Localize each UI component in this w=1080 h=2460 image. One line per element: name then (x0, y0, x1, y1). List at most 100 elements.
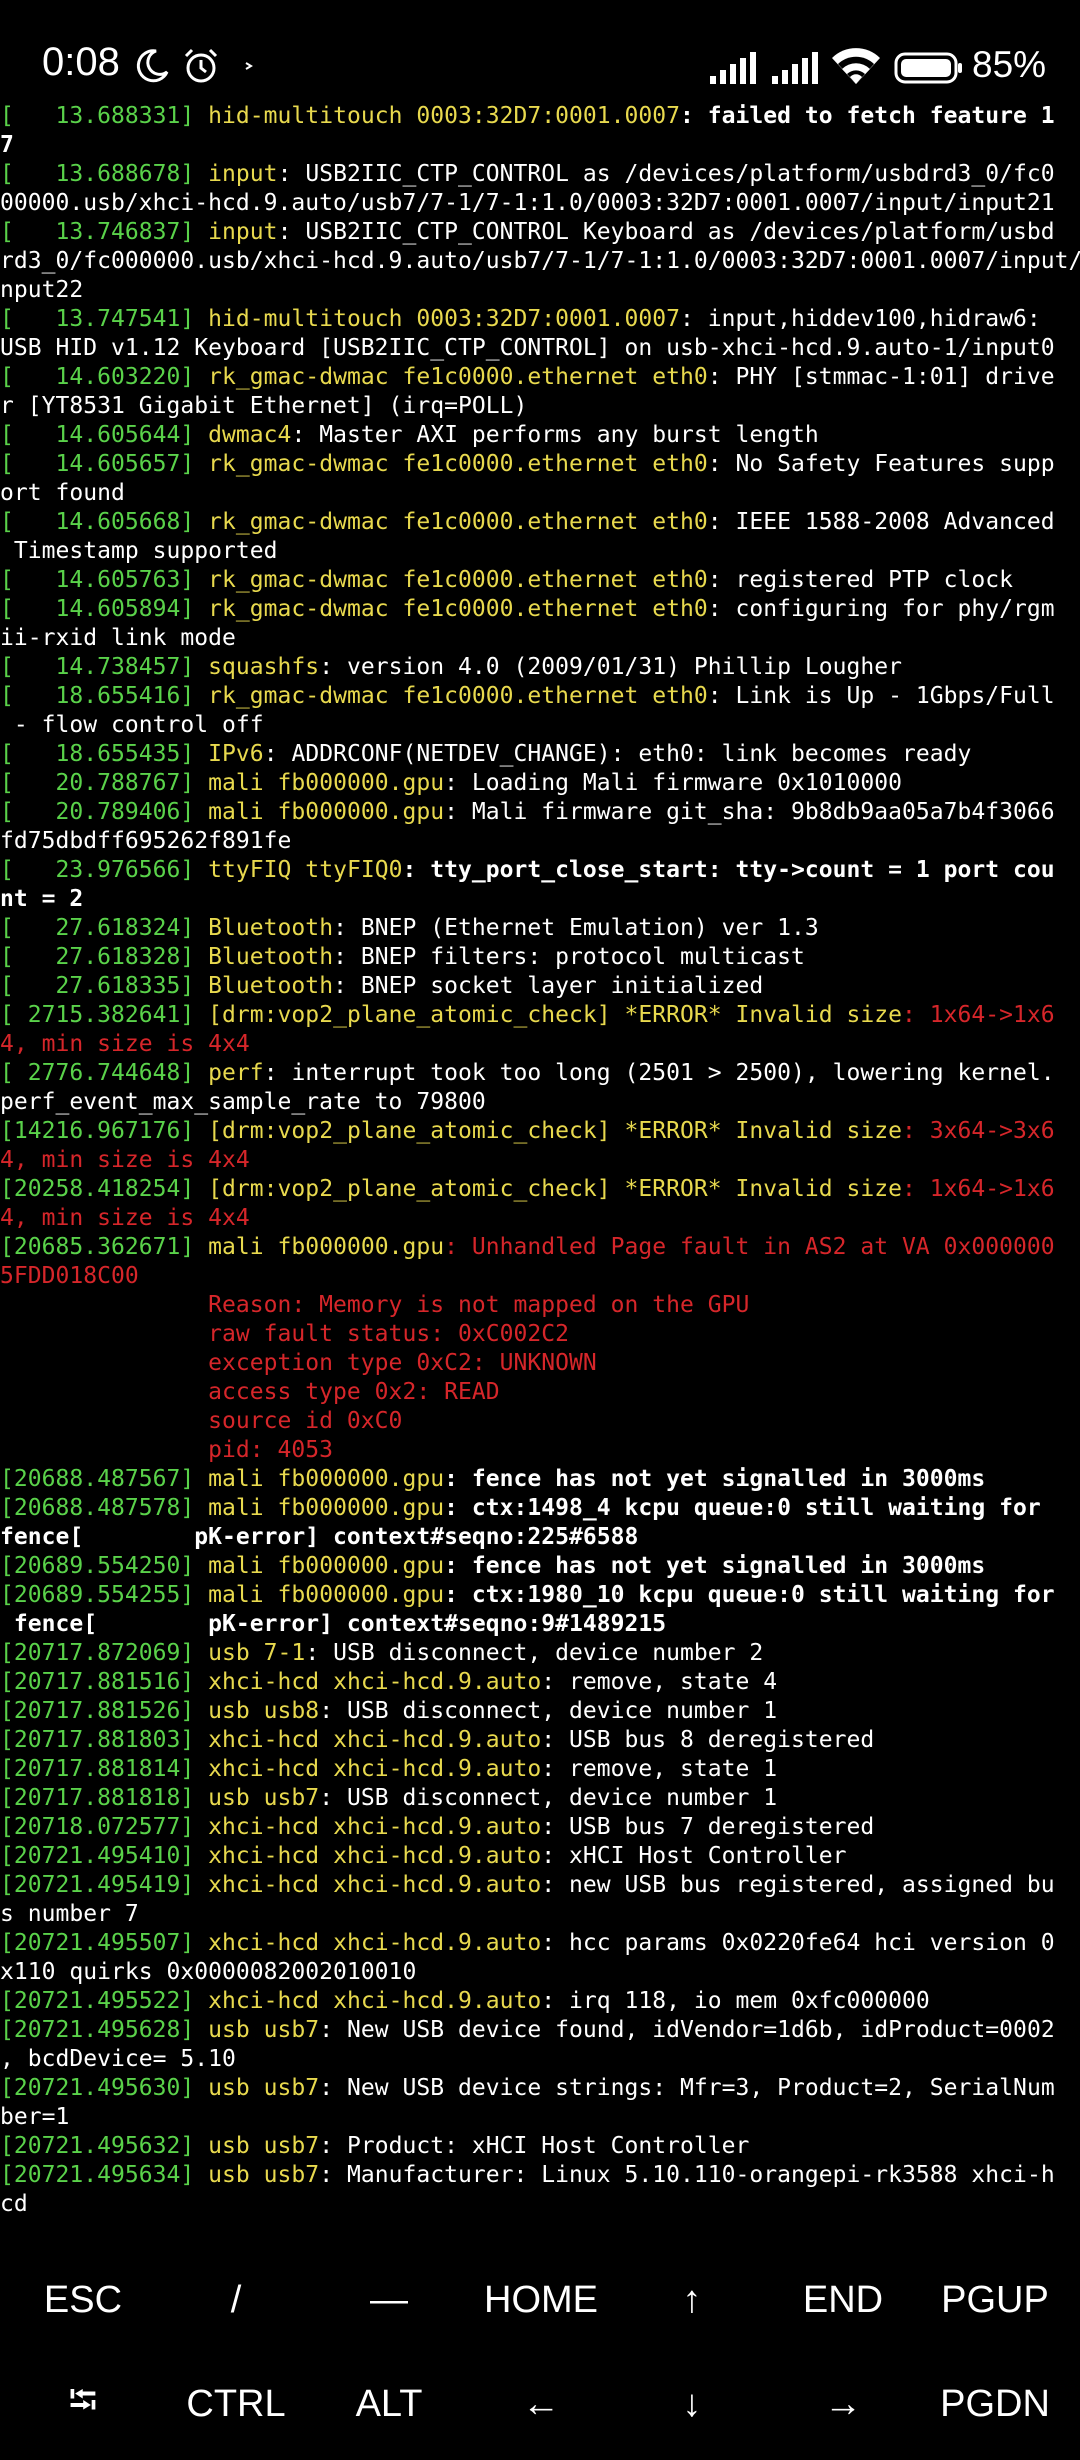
terminal-text-segment: usb usb7 (208, 2133, 320, 2159)
terminal-line: ber=1 (0, 2103, 1080, 2132)
terminal-text-segment: raw fault status: 0xC002C2 (0, 1321, 569, 1347)
terminal-text-segment: [20721.495507] (0, 1930, 209, 1956)
dash-key[interactable]: — (314, 2252, 464, 2348)
terminal-text-segment: [20718.072577] (0, 1814, 209, 1840)
terminal-text-segment: : remove, state 1 (541, 1756, 778, 1782)
terminal-text-segment: [20685.362671] (0, 1234, 209, 1260)
ctrl-key[interactable]: CTRL (161, 2356, 311, 2452)
terminal-line: [20721.495632] usb usb7: Product: xHCI H… (0, 2132, 1080, 2161)
down-arrow-key[interactable]: ↓ (617, 2356, 767, 2452)
terminal-text-segment: rk_gmac-dwmac fe1c0000.ethernet eth0 (208, 364, 708, 390)
end-key[interactable]: END (768, 2252, 918, 2348)
home-key[interactable]: HOME (466, 2252, 616, 2348)
terminal-text-segment: 7 (0, 132, 14, 158)
terminal-text-segment: : registered PTP clock (707, 567, 1014, 593)
terminal-text-segment: hid-multitouch 0003:32D7:0001.0007 (208, 306, 680, 332)
terminal-line: [20689.554255] mali fb000000.gpu: ctx:19… (0, 1581, 1080, 1610)
extra-keys-bar: ESC / — HOME ↑ END PGUP ⭾ CTRL ALT ← ↓ →… (0, 2252, 1080, 2460)
pgdn-key[interactable]: PGDN (920, 2356, 1070, 2452)
terminal-line: x110 quirks 0x0000082002010010 (0, 1958, 1080, 1987)
terminal-text-segment: - flow control off (0, 712, 264, 738)
terminal-text-segment: : No Safety Features supp (707, 451, 1055, 477)
terminal-line: [ 18.655435] IPv6: ADDRCONF(NETDEV_CHANG… (0, 740, 1080, 769)
terminal-text-segment: [ 20.788767] (0, 770, 209, 796)
slash-key[interactable]: / (161, 2252, 311, 2348)
terminal-text-segment: xhci-hcd xhci-hcd.9.auto (208, 1988, 542, 2014)
right-arrow-key[interactable]: → (768, 2356, 918, 2452)
terminal-line: [ 20.788767] mali fb000000.gpu: Loading … (0, 769, 1080, 798)
terminal-text-segment: 5FDD018C00 (0, 1263, 139, 1289)
battery-icon (894, 52, 964, 89)
signal-2-icon (772, 52, 824, 89)
terminal-text-segment: 4, min size is 4x4 (0, 1205, 250, 1231)
left-arrow-key[interactable]: ← (466, 2356, 616, 2452)
terminal-text-segment: [20717.881516] (0, 1669, 209, 1695)
terminal-line: [20721.495634] usb usb7: Manufacturer: L… (0, 2161, 1080, 2190)
terminal-line: [20688.487578] mali fb000000.gpu: ctx:14… (0, 1494, 1080, 1523)
terminal-text-segment: input (208, 219, 278, 245)
terminal-text-segment: [20721.495522] (0, 1988, 209, 2014)
terminal-text-segment: : New USB device found, idVendor=1d6b, i… (319, 2017, 1055, 2043)
terminal-line: exception type 0xC2: UNKNOWN (0, 1349, 1080, 1378)
terminal-text-segment: [20721.495630] (0, 2075, 209, 2101)
terminal-text-segment: [20689.554250] (0, 1553, 209, 1579)
terminal-text-segment: : PHY [stmmac-1:01] drive (707, 364, 1055, 390)
terminal-text-segment: mali fb000000.gpu (208, 1582, 445, 1608)
terminal-text-segment: [ 27.618335] (0, 973, 209, 999)
terminal-line: [ 13.747541] hid-multitouch 0003:32D7:00… (0, 305, 1080, 334)
terminal-text-segment: [ 18.655416] (0, 683, 209, 709)
terminal-text-segment: [ 27.618324] (0, 915, 209, 941)
terminal-text-segment: [ 13.688331] (0, 103, 209, 129)
pgup-key[interactable]: PGUP (920, 2252, 1070, 2348)
terminal-text-segment: exception type 0xC2: UNKNOWN (0, 1350, 597, 1376)
terminal-text-segment: : USB disconnect, device number 1 (319, 1698, 778, 1724)
terminal-text-segment: : USB bus 7 deregistered (541, 1814, 875, 1840)
terminal-text-segment: [20717.881814] (0, 1756, 209, 1782)
terminal-text-segment: : xHCI Host Controller (541, 1843, 847, 1869)
esc-key[interactable]: ESC (8, 2252, 158, 2348)
terminal-line: [ 2776.744648] perf: interrupt took too … (0, 1059, 1080, 1088)
terminal-text-segment: rk_gmac-dwmac fe1c0000.ethernet eth0 (208, 596, 708, 622)
terminal-text-segment: : BNEP (Ethernet Emulation) ver 1.3 (333, 915, 819, 941)
terminal-line: raw fault status: 0xC002C2 (0, 1320, 1080, 1349)
terminal-text-segment: x110 quirks 0x0000082002010010 (0, 1959, 417, 1985)
terminal-text-segment: usb usb8 (208, 1698, 320, 1724)
terminal-text-segment: Bluetooth (208, 915, 334, 941)
terminal-line: nt = 2 (0, 885, 1080, 914)
terminal-text-segment: : IEEE 1588-2008 Advanced (707, 509, 1055, 535)
terminal-text-segment: pid: 4053 (0, 1437, 334, 1463)
terminal-text-segment: rk_gmac-dwmac fe1c0000.ethernet eth0 (208, 567, 708, 593)
terminal-text-segment: source id 0xC0 (0, 1408, 403, 1434)
terminal-text-segment: : USB disconnect, device number 1 (319, 1785, 778, 1811)
terminal-line: [ 27.618335] Bluetooth: BNEP socket laye… (0, 972, 1080, 1001)
terminal-text-segment: [20688.487567] (0, 1466, 209, 1492)
terminal-text-segment: nt = 2 (0, 886, 84, 912)
terminal-text-segment: mali fb000000.gpu (208, 1466, 445, 1492)
terminal-text-segment: xhci-hcd xhci-hcd.9.auto (208, 1727, 542, 1753)
alt-key[interactable]: ALT (314, 2356, 464, 2452)
terminal-text-segment: input (208, 161, 278, 187)
terminal-line: 00000.usb/xhci-hcd.9.auto/usb7/7-1/7-1:1… (0, 189, 1080, 218)
terminal-text-segment: : Manufacturer: Linux 5.10.110-orangepi-… (319, 2162, 1055, 2188)
terminal-text-segment: squashfs (208, 654, 320, 680)
terminal-text-segment: fence[ pK-error] context#seqno:9#1489215 (0, 1611, 667, 1637)
terminal-text-segment: : Master AXI performs any burst length (291, 422, 819, 448)
terminal-text-segment: usb usb7 (208, 2017, 320, 2043)
terminal-line: [ 27.618328] Bluetooth: BNEP filters: pr… (0, 943, 1080, 972)
terminal-line: [20717.881526] usb usb8: USB disconnect,… (0, 1697, 1080, 1726)
terminal-text-segment: : Unhandled Page fault in AS2 at VA 0x00… (444, 1234, 1055, 1260)
terminal-line: [20721.495419] xhci-hcd xhci-hcd.9.auto:… (0, 1871, 1080, 1900)
terminal-line: Timestamp supported (0, 537, 1080, 566)
terminal-text-segment: [ 13.747541] (0, 306, 209, 332)
terminal-text-segment: rk_gmac-dwmac fe1c0000.ethernet eth0 (208, 509, 708, 535)
terminal-line: 4, min size is 4x4 (0, 1204, 1080, 1233)
terminal-text-segment: : hcc params 0x0220fe64 hci version 0 (541, 1930, 1055, 1956)
up-arrow-key[interactable]: ↑ (617, 2252, 767, 2348)
terminal-line: [20717.881818] usb usb7: USB disconnect,… (0, 1784, 1080, 1813)
terminal-output[interactable]: [ 13.688331] hid-multitouch 0003:32D7:00… (0, 102, 1080, 2222)
tab-key[interactable]: ⭾ (8, 2356, 158, 2452)
terminal-line: [20258.418254] [drm:vop2_plane_atomic_ch… (0, 1175, 1080, 1204)
terminal-text-segment: [ 20.789406] (0, 799, 209, 825)
terminal-text-segment: USB HID v1.12 Keyboard [USB2IIC_CTP_CONT… (0, 335, 1055, 361)
terminal-text-segment: mali fb000000.gpu (208, 1495, 445, 1521)
